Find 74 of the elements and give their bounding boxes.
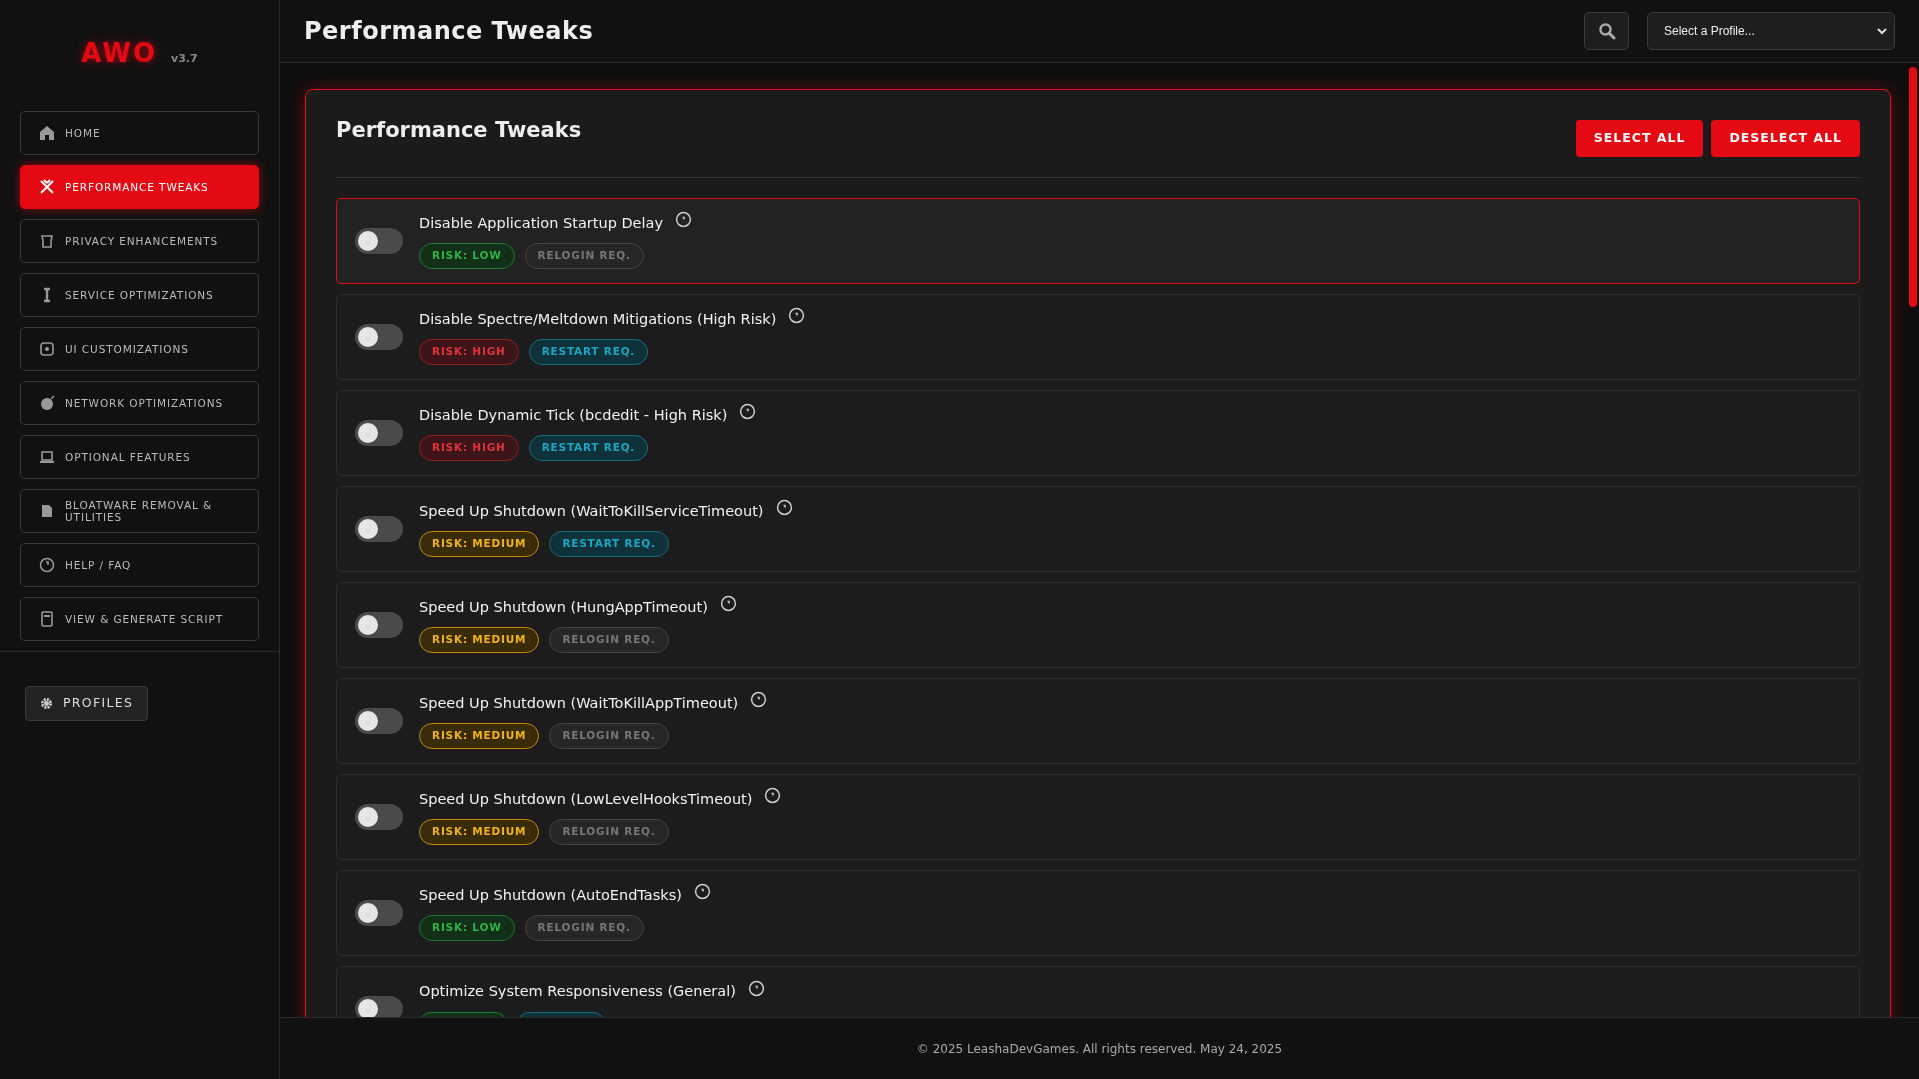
app-logo: AWO [81, 37, 158, 70]
question-circle-icon [39, 557, 55, 573]
tweak-name: Disable Application Startup Delay [419, 213, 664, 233]
nav-item[interactable]: PRIVACY ENHANCEMENTS [20, 219, 259, 263]
nav-item[interactable]: BLOATWARE REMOVAL & UTILITIES [20, 489, 259, 533]
requirement-badge: RELOGIN REQ. [549, 627, 669, 653]
requirement-badge: RELOGIN REQ. [549, 819, 669, 845]
tweak-name: Speed Up Shutdown (HungAppTimeout) [419, 597, 708, 617]
info-icon[interactable] [719, 594, 737, 612]
info-icon[interactable] [775, 498, 793, 516]
risk-badge: RISK: HIGH [419, 435, 519, 461]
info-icon[interactable] [750, 690, 768, 708]
shield-icon [39, 233, 55, 249]
profiles-button[interactable]: PROFILES [25, 686, 149, 721]
risk-badge: RISK: LOW [419, 243, 515, 269]
tweak-name: Optimize System Responsiveness (General) [419, 982, 736, 1002]
nav-item[interactable]: SERVICE OPTIMIZATIONS [20, 273, 259, 317]
requirement-badge: RELOGIN REQ. [524, 915, 644, 941]
info-icon[interactable] [747, 979, 765, 997]
toggle-switch[interactable] [355, 899, 403, 926]
requirement-badge: RESTART REQ. [528, 339, 649, 365]
tweak-name: Disable Dynamic Tick (bcdedit - High Risk) [419, 405, 728, 425]
scrollbar-thumb[interactable] [1909, 67, 1917, 307]
deselect-all-button[interactable]: DESELECT ALL [1711, 120, 1860, 157]
gear-icon [40, 696, 53, 710]
nav-item[interactable]: HELP / FAQ [20, 543, 259, 587]
info-icon[interactable] [788, 306, 806, 324]
file-icon [39, 611, 55, 627]
nav-item[interactable]: OPTIONAL FEATURES [20, 435, 259, 479]
toggle-switch[interactable] [355, 419, 403, 446]
risk-badge: RISK: MEDIUM [419, 819, 540, 845]
tweak-name: Speed Up Shutdown (LowLevelHooksTimeout) [419, 789, 753, 809]
info-icon[interactable] [764, 786, 782, 804]
version-label: v3.7 [171, 51, 198, 67]
tweak-name: Disable Spectre/Meltdown Mitigations (High Risk) [419, 309, 777, 329]
chevron-down-icon [1876, 25, 1888, 37]
palette-icon [39, 341, 55, 357]
nav-item[interactable]: PERFORMANCE TWEAKS [20, 165, 259, 209]
select-all-button[interactable]: SELECT ALL [1575, 120, 1704, 157]
laptop-icon [39, 449, 55, 465]
risk-badge: RISK: MEDIUM [419, 627, 540, 653]
nav-item[interactable]: NETWORK OPTIMIZATIONS [20, 381, 259, 425]
info-icon[interactable] [675, 210, 693, 228]
risk-badge: RISK: LOW [419, 915, 515, 941]
toggle-switch[interactable] [355, 707, 403, 734]
footer-text: © 2025 LeashaDevGames. All rights reserved. May 24, 2025 [916, 1040, 1283, 1058]
profile-dropdown[interactable]: Select a Profile... [1647, 12, 1895, 50]
nav-item[interactable]: HOME [20, 111, 259, 155]
requirement-badge: RESTART REQ. [549, 531, 669, 557]
toggle-switch[interactable] [355, 995, 403, 1017]
requirement-badge: RELOGIN REQ. [549, 723, 669, 749]
tweak-name: Speed Up Shutdown (AutoEndTasks) [419, 885, 682, 905]
toggle-switch[interactable] [355, 611, 403, 638]
info-icon[interactable] [693, 882, 711, 900]
toggle-switch[interactable] [355, 227, 403, 254]
risk-badge: RISK: MEDIUM [419, 531, 540, 557]
requirement-badge: RESTART REQ. [528, 435, 649, 461]
page-title: Performance Tweaks [304, 16, 595, 46]
toggle-switch[interactable] [355, 515, 403, 542]
tweak-name: Speed Up Shutdown (WaitToKillAppTimeout) [419, 693, 739, 713]
document-icon [39, 503, 55, 519]
nav-item[interactable]: VIEW & GENERATE SCRIPT [20, 597, 259, 641]
tweak-name: Speed Up Shutdown (WaitToKillServiceTimeout) [419, 501, 764, 521]
requirement-badge: RELOGIN REQ. [524, 243, 644, 269]
nav-item[interactable]: UI CUSTOMIZATIONS [20, 327, 259, 371]
panel-title: Performance Tweaks [336, 118, 582, 144]
toggle-switch[interactable] [355, 803, 403, 830]
search-icon [1597, 22, 1616, 40]
search-button[interactable] [1584, 12, 1629, 50]
toggle-switch[interactable] [355, 323, 403, 350]
house-icon [39, 125, 55, 141]
risk-badge: RISK: HIGH [419, 339, 519, 365]
risk-badge: RISK: MEDIUM [419, 723, 540, 749]
info-icon[interactable] [739, 402, 757, 420]
